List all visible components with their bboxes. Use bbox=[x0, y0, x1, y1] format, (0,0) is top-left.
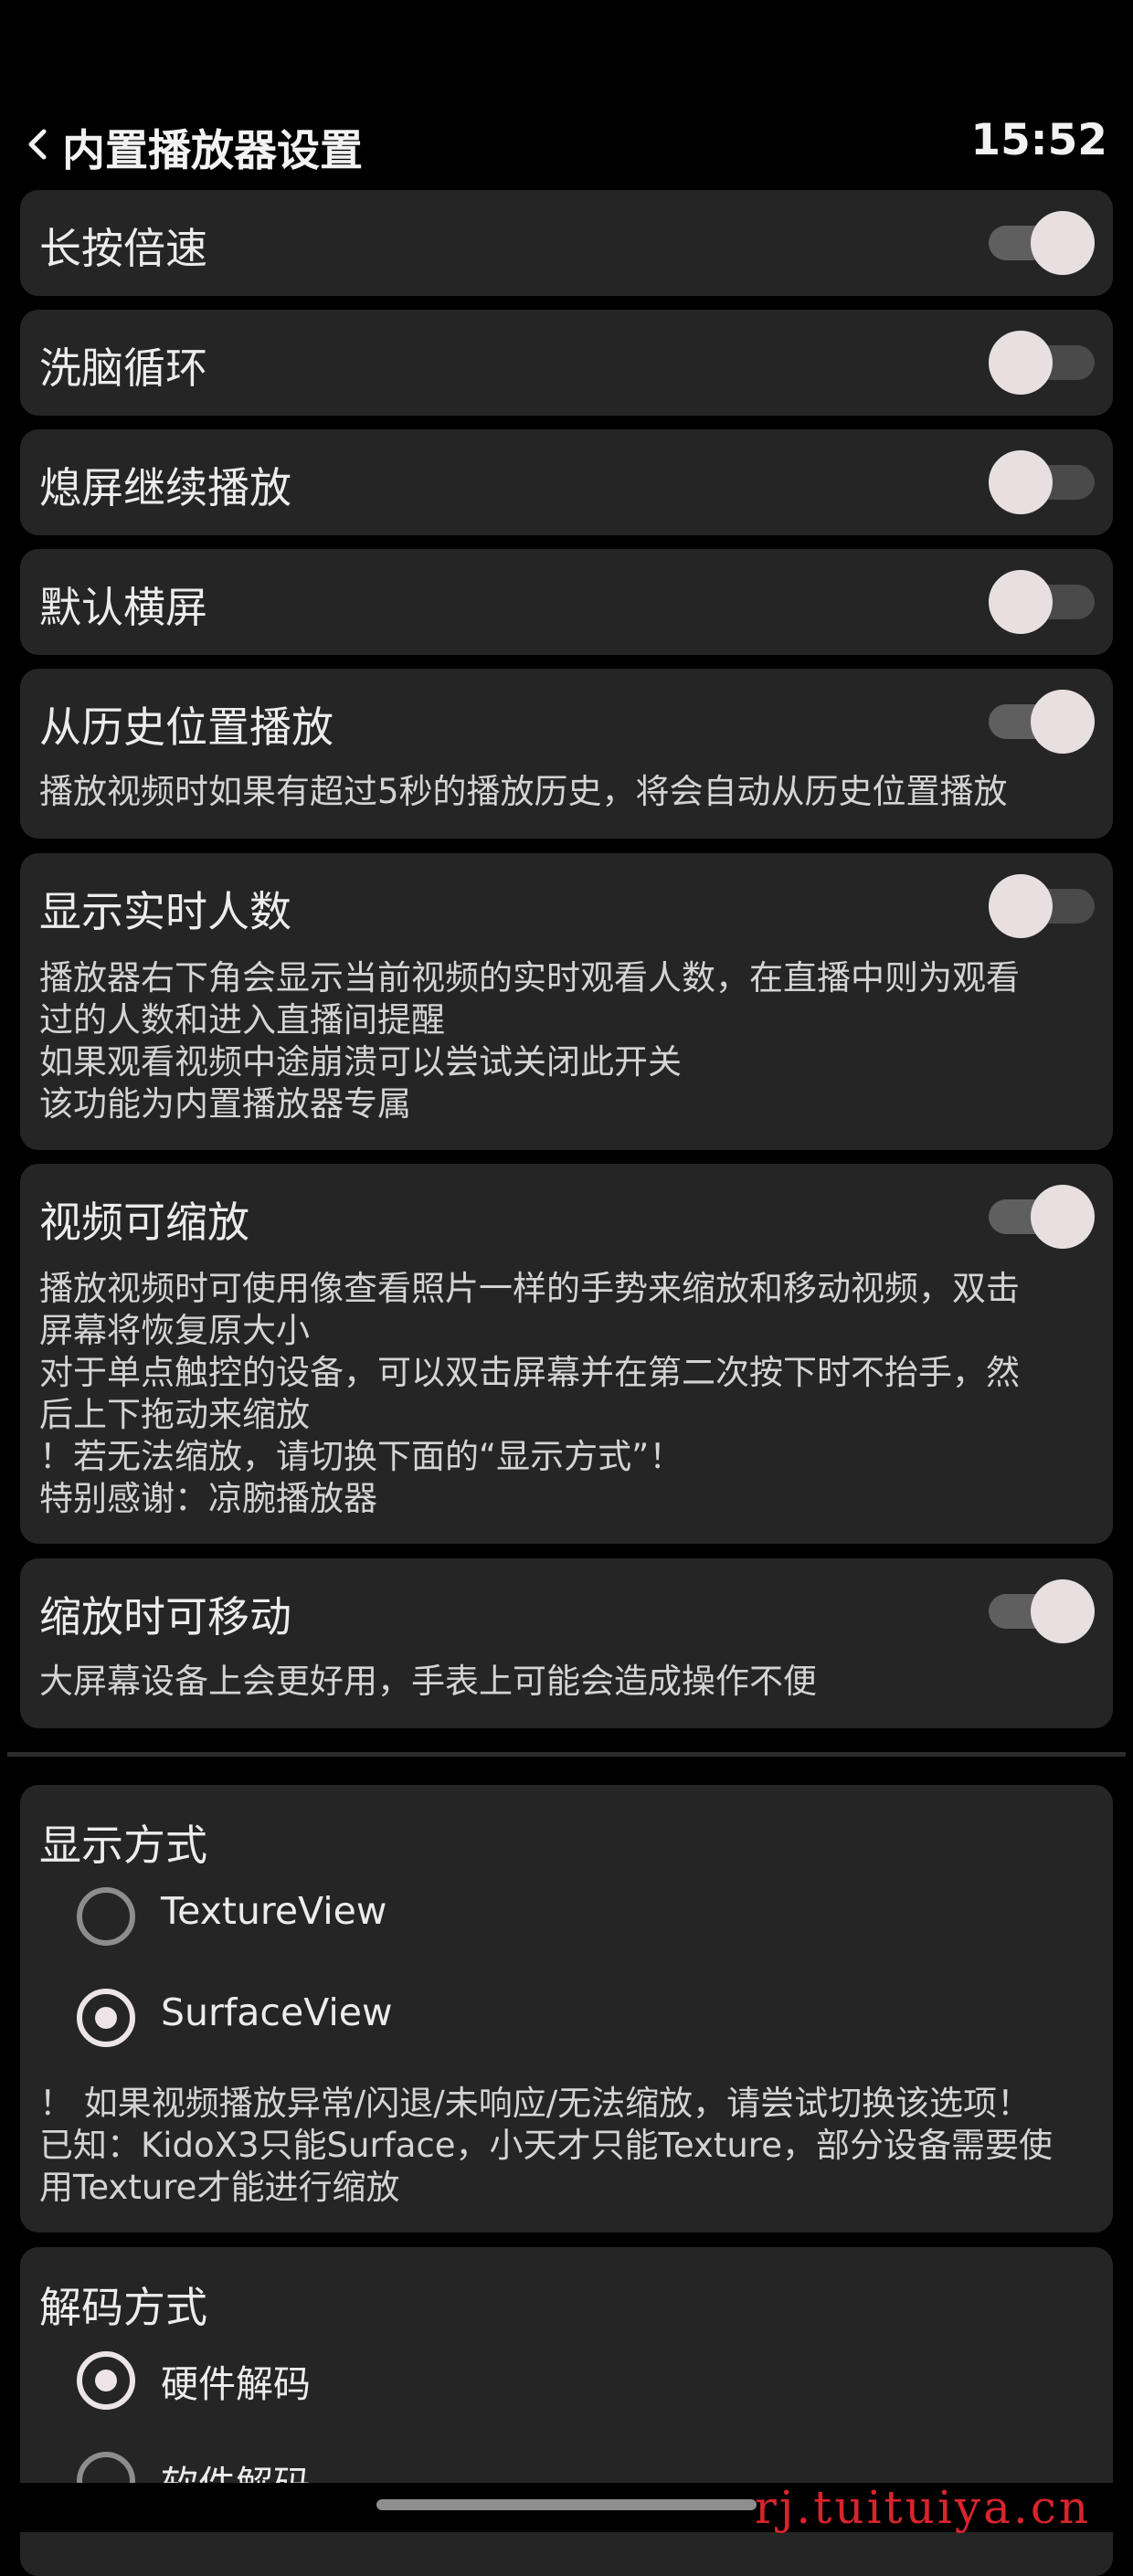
toggle-switch[interactable] bbox=[989, 566, 1095, 638]
gesture-navigation-bar[interactable] bbox=[376, 2499, 757, 2510]
setting-title: 显示实时人数 bbox=[39, 887, 291, 936]
description-line: 播放视频时可使用像查看照片一样的手势来缩放和移动视频，双击 bbox=[39, 1269, 1020, 1308]
setting-description: 播放视频时可使用像查看照片一样的手势来缩放和移动视频，双击 屏幕将恢复原大小 对… bbox=[39, 1268, 1085, 1520]
description-line: 后上下拖动来缩放 bbox=[39, 1395, 310, 1434]
chevron-left-icon bbox=[28, 129, 47, 160]
setting-resume-history[interactable]: 从历史位置播放 播放视频时如果有超过5秒的播放历史，将会自动从历史位置播放 bbox=[20, 669, 1113, 839]
description-line: 该功能为内置播放器专属 bbox=[39, 1084, 411, 1124]
toggle-thumb bbox=[989, 331, 1053, 395]
description-line: 对于单点触控的设备，可以双击屏幕并在第二次按下时不抬手，然 bbox=[39, 1353, 1020, 1392]
setting-description: 播放器右下角会显示当前视频的实时观看人数，在直播中则为观看 过的人数和进入直播间… bbox=[39, 957, 1085, 1125]
radio-dot bbox=[95, 2007, 117, 2029]
description-line: ！若无法缩放，请切换下面的“显示方式”！ bbox=[39, 1437, 683, 1476]
setting-title: 默认横屏 bbox=[39, 583, 207, 632]
group-title: 解码方式 bbox=[39, 2283, 207, 2332]
setting-long-press-speed[interactable]: 长按倍速 bbox=[20, 190, 1113, 296]
setting-default-landscape[interactable]: 默认横屏 bbox=[20, 549, 1113, 655]
header-bar: 内置播放器设置 15:52 bbox=[0, 110, 1133, 183]
setting-live-viewers[interactable]: 显示实时人数 播放器右下角会显示当前视频的实时观看人数，在直播中则为观看 过的人… bbox=[20, 853, 1113, 1150]
toggle-thumb bbox=[989, 570, 1053, 634]
radio-label: TextureView bbox=[161, 1889, 387, 1933]
description-line: ！ 如果视频播放异常/闪退/未响应/无法缩放，请尝试切换该选项！ bbox=[39, 2084, 1032, 2123]
setting-title: 长按倍速 bbox=[39, 224, 207, 273]
radio-dot bbox=[95, 2370, 117, 2391]
toggle-switch[interactable] bbox=[989, 1181, 1095, 1252]
radio-label: SurfaceView bbox=[161, 1990, 393, 2034]
setting-title: 视频可缩放 bbox=[39, 1198, 249, 1247]
radio-circle-icon bbox=[77, 1989, 135, 2047]
toggle-switch[interactable] bbox=[989, 686, 1095, 757]
watermark-text: rj.tuituiya.cn bbox=[755, 2481, 1092, 2534]
toggle-switch[interactable] bbox=[989, 447, 1095, 518]
toggle-thumb bbox=[1031, 690, 1095, 754]
radio-circle-icon bbox=[77, 2351, 135, 2410]
radio-option-textureview[interactable]: TextureView bbox=[57, 1882, 879, 1955]
setting-title: 洗脑循环 bbox=[39, 343, 207, 393]
toggle-thumb bbox=[989, 874, 1053, 938]
description-line: 播放器右下角会显示当前视频的实时观看人数，在直播中则为观看 bbox=[39, 958, 1020, 998]
description-line: 特别感谢：凉腕播放器 bbox=[39, 1479, 377, 1518]
toggle-switch[interactable] bbox=[989, 327, 1095, 398]
display-mode-group: 显示方式 TextureView SurfaceView ！ 如果视频播放异常/… bbox=[20, 1785, 1113, 2233]
toggle-switch[interactable] bbox=[989, 1576, 1095, 1647]
description-line: 已知：KidoX3只能Surface，小天才只能Texture，部分设备需要使 bbox=[39, 2126, 1053, 2165]
toggle-thumb bbox=[1031, 1579, 1095, 1643]
setting-title: 缩放时可移动 bbox=[39, 1592, 291, 1642]
setting-loop[interactable]: 洗脑循环 bbox=[20, 310, 1113, 416]
section-divider bbox=[7, 1752, 1126, 1757]
toggle-thumb bbox=[1031, 211, 1095, 275]
description-line: 用Texture才能进行缩放 bbox=[39, 2168, 400, 2207]
toggle-thumb bbox=[989, 450, 1053, 514]
radio-circle-icon bbox=[77, 1887, 135, 1946]
radio-option-surfaceview[interactable]: SurfaceView bbox=[57, 1983, 879, 2056]
radio-option-hardware-decode[interactable]: 硬件解码 bbox=[57, 2346, 879, 2419]
toggle-switch[interactable] bbox=[989, 207, 1095, 279]
setting-description: 大屏幕设备上会更好用，手表上可能会造成操作不便 bbox=[39, 1661, 1085, 1703]
setting-zoomable[interactable]: 视频可缩放 播放视频时可使用像查看照片一样的手势来缩放和移动视频，双击 屏幕将恢… bbox=[20, 1164, 1113, 1544]
description-line: 播放视频时如果有超过5秒的播放历史，将会自动从历史位置播放 bbox=[39, 772, 1008, 811]
setting-screen-off-play[interactable]: 熄屏继续播放 bbox=[20, 429, 1113, 535]
description-line: 过的人数和进入直播间提醒 bbox=[39, 1000, 445, 1040]
toggle-switch[interactable] bbox=[989, 871, 1095, 942]
description-line: 屏幕将恢复原大小 bbox=[39, 1311, 310, 1350]
back-button[interactable] bbox=[20, 124, 57, 164]
toggle-thumb bbox=[1031, 1185, 1095, 1249]
setting-title: 从历史位置播放 bbox=[39, 702, 334, 752]
description-line: 如果观看视频中途崩溃可以尝试关闭此开关 bbox=[39, 1042, 682, 1082]
description-line: 大屏幕设备上会更好用，手表上可能会造成操作不便 bbox=[39, 1662, 817, 1701]
setting-title: 熄屏继续播放 bbox=[39, 463, 291, 512]
setting-move-while-zoom[interactable]: 缩放时可移动 大屏幕设备上会更好用，手表上可能会造成操作不便 bbox=[20, 1558, 1113, 1728]
radio-label: 硬件解码 bbox=[161, 2362, 311, 2406]
page-title: 内置播放器设置 bbox=[62, 126, 363, 176]
clock-time: 15:52 bbox=[970, 115, 1107, 165]
setting-description: 播放视频时如果有超过5秒的播放历史，将会自动从历史位置播放 bbox=[39, 771, 1085, 813]
group-title: 显示方式 bbox=[39, 1821, 207, 1870]
display-mode-note: ！ 如果视频播放异常/闪退/未响应/无法缩放，请尝试切换该选项！ 已知：Kido… bbox=[39, 2083, 1085, 2209]
